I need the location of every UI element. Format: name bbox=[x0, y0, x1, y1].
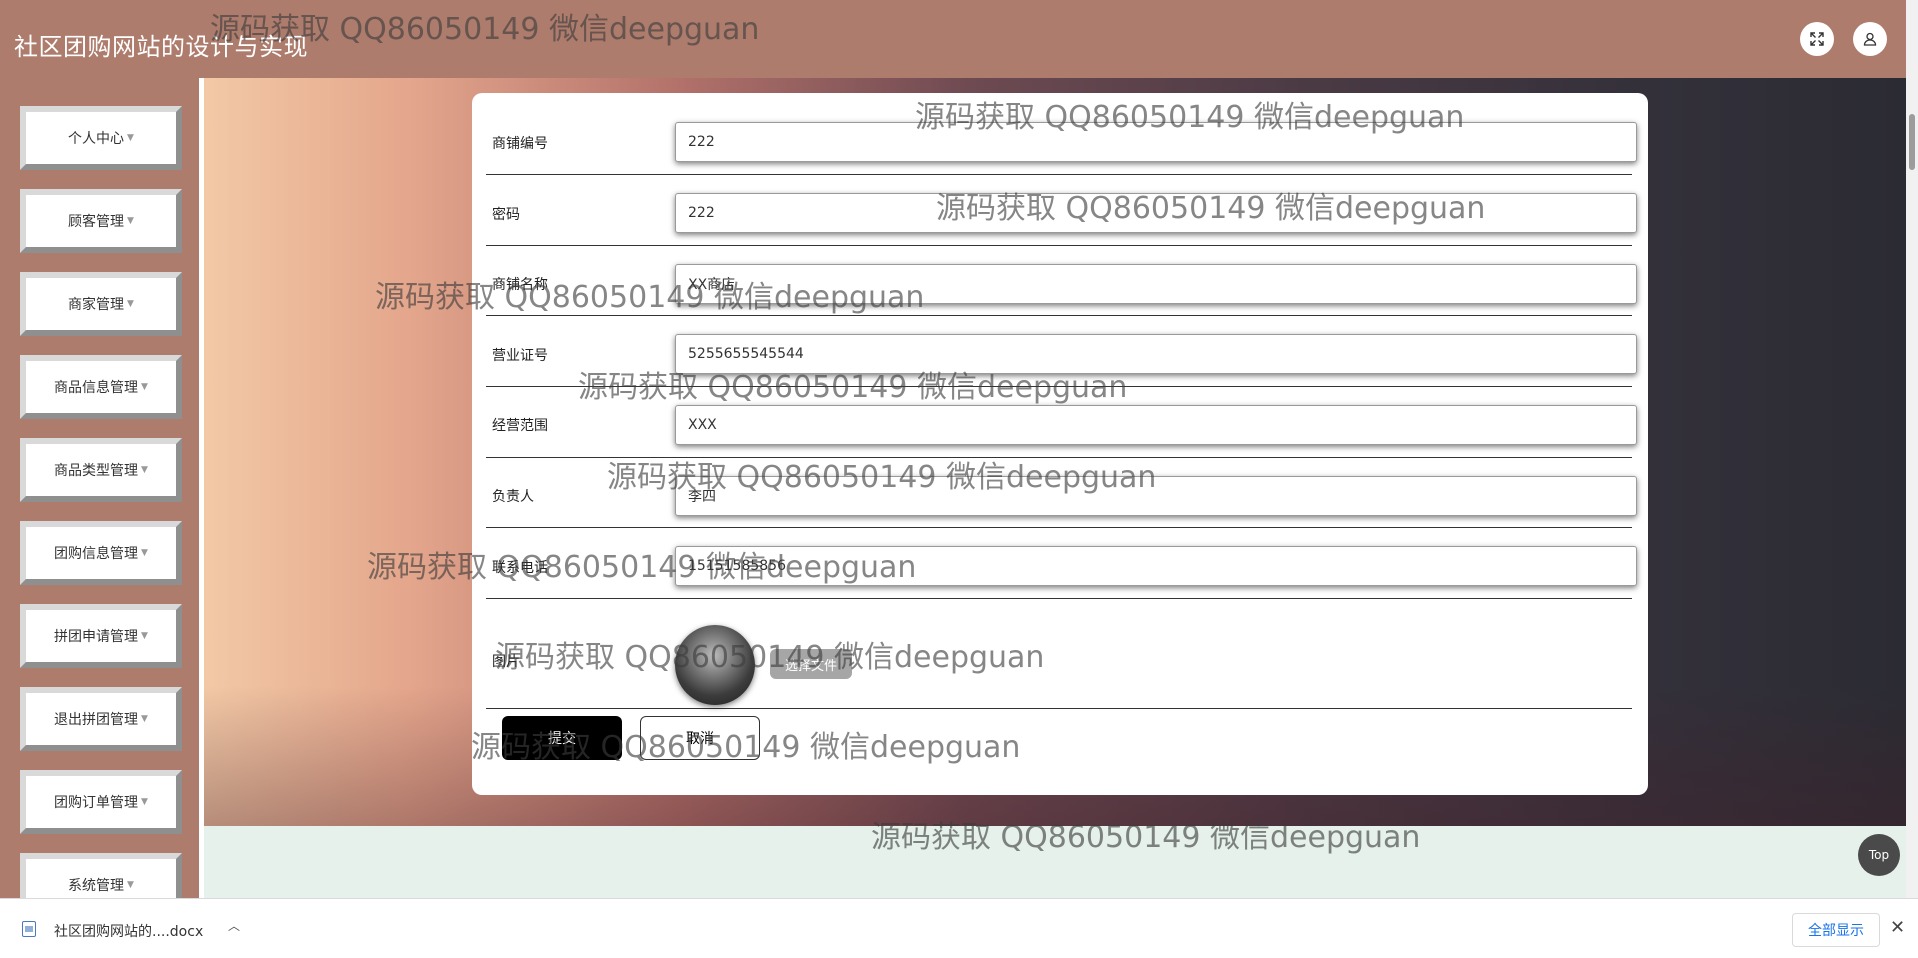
sidebar-item-product-type-management[interactable]: 商品类型管理 ▼ bbox=[20, 438, 182, 502]
form-row-shop-name: 商铺名称 bbox=[486, 246, 1637, 316]
app-title: 社区团购网站的设计与实现 bbox=[14, 33, 308, 61]
sidebar-item-system-management[interactable]: 系统管理 ▼ bbox=[20, 853, 182, 898]
top-header: 社区团购网站的设计与实现 bbox=[0, 0, 1906, 78]
chevron-down-icon: ▼ bbox=[127, 133, 134, 143]
password-label: 密码 bbox=[492, 207, 520, 223]
scrollbar-thumb[interactable] bbox=[1909, 114, 1915, 170]
form-row-business-license: 营业证号 bbox=[486, 316, 1637, 387]
business-scope-label: 经营范围 bbox=[492, 418, 548, 434]
merchant-edit-form: 商铺编号 密码 商铺名称 营业证号 经营范围 负责人 联系电话 图片 选择文件 … bbox=[472, 93, 1648, 795]
sidebar: 个人中心 ▼ 顾客管理 ▼ 商家管理 ▼ 商品信息管理 ▼ 商品类型管理 ▼ 团购信息管理… bbox=[0, 78, 199, 898]
close-icon[interactable]: ✕ bbox=[1890, 917, 1905, 938]
form-row-shop-id: 商铺编号 bbox=[486, 93, 1637, 175]
form-row-business-scope: 经营范围 bbox=[486, 387, 1637, 458]
sidebar-item-group-application-management[interactable]: 拼团申请管理 ▼ bbox=[20, 604, 182, 668]
sidebar-item-label: 团购订单管理 bbox=[54, 795, 139, 811]
submit-button[interactable]: 提交 bbox=[502, 716, 622, 760]
chevron-up-icon[interactable]: ︿ bbox=[228, 917, 242, 937]
sidebar-item-label: 商品类型管理 bbox=[54, 463, 139, 479]
photo-preview bbox=[675, 625, 755, 705]
sidebar-item-personal-center[interactable]: 个人中心 ▼ bbox=[20, 106, 182, 170]
shop-id-input[interactable] bbox=[675, 122, 1637, 162]
sidebar-item-label: 拼团申请管理 bbox=[54, 629, 139, 645]
sidebar-item-customer-management[interactable]: 顾客管理 ▼ bbox=[20, 189, 182, 253]
contact-phone-label: 联系电话 bbox=[492, 560, 548, 576]
choose-file-button[interactable]: 选择文件 bbox=[770, 649, 852, 679]
form-row-person-in-charge: 负责人 bbox=[486, 458, 1637, 528]
sidebar-item-group-order-management[interactable]: 团购订单管理 ▼ bbox=[20, 770, 182, 834]
sidebar-item-product-info-management[interactable]: 商品信息管理 ▼ bbox=[20, 355, 182, 419]
business-license-input[interactable] bbox=[675, 334, 1637, 374]
chevron-down-icon: ▼ bbox=[127, 299, 134, 309]
back-to-top-button[interactable]: Top bbox=[1858, 834, 1900, 876]
sidebar-item-label: 商家管理 bbox=[68, 297, 125, 313]
business-scope-input[interactable] bbox=[675, 405, 1637, 445]
contact-phone-input[interactable] bbox=[675, 546, 1637, 586]
form-row-photo: 图片 选择文件 bbox=[486, 599, 1632, 709]
content-footer-area bbox=[204, 826, 1906, 898]
sidebar-item-label: 退出拼团管理 bbox=[54, 712, 139, 728]
form-row-password: 密码 bbox=[486, 175, 1637, 246]
chevron-down-icon: ▼ bbox=[141, 465, 148, 475]
shop-name-input[interactable] bbox=[675, 264, 1637, 304]
person-in-charge-input[interactable] bbox=[675, 476, 1637, 516]
show-all-downloads-button[interactable]: 全部显示 bbox=[1792, 913, 1880, 947]
form-row-contact-phone: 联系电话 bbox=[486, 528, 1637, 599]
sidebar-item-group-buy-info-management[interactable]: 团购信息管理 ▼ bbox=[20, 521, 182, 585]
chevron-down-icon: ▼ bbox=[141, 631, 148, 641]
business-license-label: 营业证号 bbox=[492, 348, 548, 364]
sidebar-item-label: 顾客管理 bbox=[68, 214, 125, 230]
sidebar-item-exit-group-management[interactable]: 退出拼团管理 ▼ bbox=[20, 687, 182, 751]
chevron-down-icon: ▼ bbox=[127, 216, 134, 226]
chevron-down-icon: ▼ bbox=[127, 880, 134, 890]
person-in-charge-label: 负责人 bbox=[492, 489, 534, 505]
photo-label: 图片 bbox=[492, 654, 520, 670]
sidebar-item-merchant-management[interactable]: 商家管理 ▼ bbox=[20, 272, 182, 336]
user-icon[interactable] bbox=[1853, 22, 1887, 56]
sidebar-item-label: 团购信息管理 bbox=[54, 546, 139, 562]
cancel-button[interactable]: 取消 bbox=[640, 716, 760, 760]
sidebar-item-label: 个人中心 bbox=[68, 131, 125, 147]
fullscreen-icon[interactable] bbox=[1800, 22, 1834, 56]
download-file-name[interactable]: 社区团购网站的....docx bbox=[54, 921, 203, 941]
shop-id-label: 商铺编号 bbox=[492, 136, 548, 152]
download-bar: 社区团购网站的....docx ︿ 全部显示 ✕ bbox=[0, 898, 1918, 958]
sidebar-item-label: 商品信息管理 bbox=[54, 380, 139, 396]
page-scrollbar[interactable] bbox=[1906, 0, 1918, 898]
chevron-down-icon: ▼ bbox=[141, 548, 148, 558]
chevron-down-icon: ▼ bbox=[141, 797, 148, 807]
shop-name-label: 商铺名称 bbox=[492, 277, 548, 293]
sidebar-item-label: 系统管理 bbox=[68, 878, 125, 894]
password-input[interactable] bbox=[675, 193, 1637, 233]
chevron-down-icon: ▼ bbox=[141, 714, 148, 724]
document-icon bbox=[22, 921, 36, 937]
chevron-down-icon: ▼ bbox=[141, 382, 148, 392]
